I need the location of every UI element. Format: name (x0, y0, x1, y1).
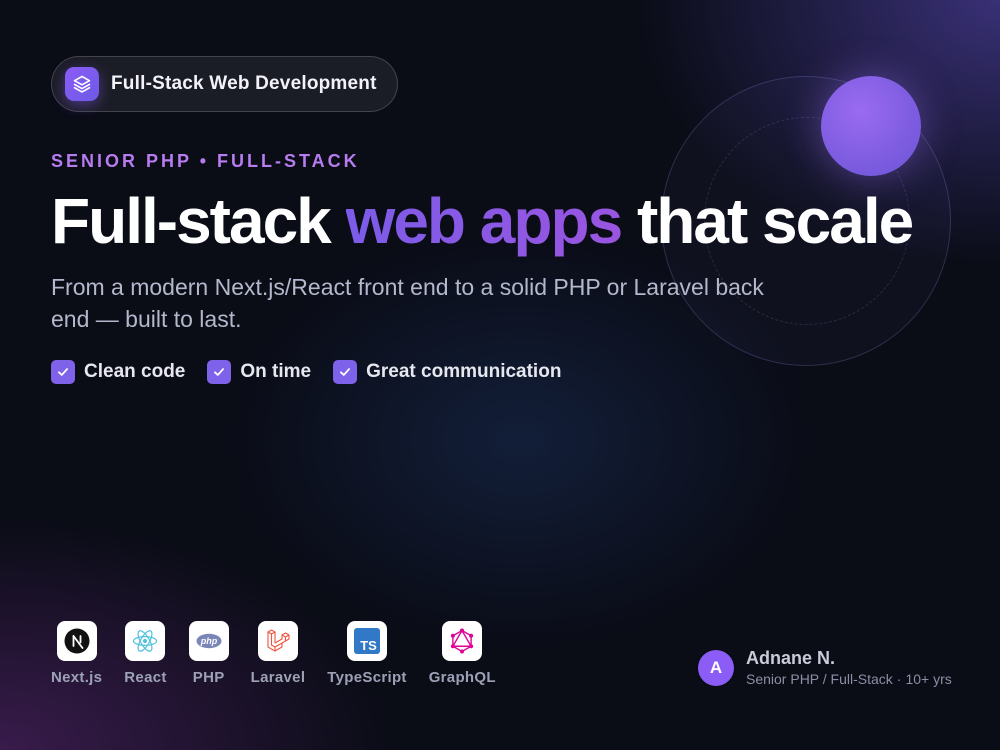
tech-item-laravel: Laravel (251, 621, 306, 686)
laravel-icon (257, 621, 298, 661)
feature-list: Clean code On time Great communication (51, 360, 561, 384)
tech-label: Laravel (250, 669, 306, 686)
author-role: Senior PHP / Full-Stack · 10+ yrs (746, 671, 952, 687)
tech-label: TypeScript (327, 669, 407, 686)
author-card: A Adnane N. Senior PHP / Full-Stack · 10+ … (698, 648, 952, 687)
svg-text:php: php (199, 636, 217, 646)
typescript-icon: TS (347, 621, 387, 661)
author-experience: 10+ yrs (905, 671, 952, 687)
tech-label: React (124, 669, 167, 686)
nextjs-icon (56, 621, 97, 661)
tech-item-php: php PHP (188, 621, 229, 686)
headline: Full-stack web apps that scale (51, 185, 914, 257)
check-icon (333, 360, 358, 384)
graphql-icon (442, 621, 483, 661)
headline-part-2: that scale (621, 185, 914, 257)
tech-item-react: React (124, 621, 166, 686)
feature-item: Clean code (51, 360, 185, 384)
headline-accent: web apps (345, 185, 624, 257)
tech-label: Next.js (51, 669, 103, 686)
check-icon (51, 360, 75, 384)
subtitle: From a modern Next.js/React front end to… (51, 274, 764, 332)
tech-label: PHP (192, 669, 225, 686)
tech-item-nextjs: Next.js (51, 621, 102, 686)
check-icon (207, 360, 232, 384)
php-icon: php (188, 621, 229, 661)
author-title: Senior PHP / Full-Stack (746, 671, 893, 687)
feature-label: Great communication (366, 361, 562, 382)
separator: · (896, 671, 902, 687)
react-icon (125, 621, 166, 661)
feature-item: Great communication (333, 360, 561, 384)
avatar: A (698, 649, 734, 686)
feature-label: Clean code (84, 361, 186, 382)
tech-label: GraphQL (428, 669, 496, 686)
decorative-orb (821, 76, 921, 176)
badge-label: Full-Stack Web Development (111, 73, 377, 94)
feature-label: On time (240, 361, 312, 382)
author-info: Adnane N. Senior PHP / Full-Stack · 10+ yr… (746, 648, 952, 687)
author-name: Adnane N. (746, 648, 836, 668)
tech-item-typescript: TS TypeScript (327, 621, 406, 686)
svg-text:TS: TS (360, 638, 377, 653)
category-badge: Full-Stack Web Development (51, 56, 398, 112)
layers-icon (65, 67, 99, 101)
tech-stack: Next.js React php PHP Laravel TS TypeScr… (51, 621, 496, 686)
eyebrow-text: SENIOR PHP • FULL-STACK (51, 151, 360, 171)
feature-item: On time (207, 360, 311, 384)
headline-part-1: Full-stack (51, 185, 346, 257)
tech-item-graphql: GraphQL (429, 621, 496, 686)
